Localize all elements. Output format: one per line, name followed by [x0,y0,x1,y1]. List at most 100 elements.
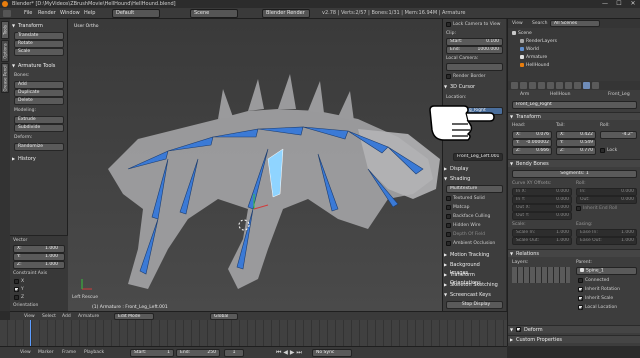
vector-x-field[interactable]: X: 1.000 [13,245,65,253]
connected-checkbox[interactable] [578,278,583,283]
clip-end-field[interactable]: End: 1000.000 [446,46,503,54]
clip-start-field[interactable]: Start: 0.100 [446,38,503,46]
out-y-field[interactable]: Out Y: 0.000 [512,212,572,220]
scale-in-field[interactable]: Scale In: 1.000 [512,229,572,237]
delete-button[interactable]: Delete [14,97,64,105]
scene-dropdown[interactable]: Scene [190,9,238,18]
textured-solid-checkbox[interactable] [446,196,451,201]
randomize-button[interactable]: Randomize [14,143,64,151]
render-border-checkbox[interactable] [446,74,451,79]
current-frame-field[interactable]: 1 [224,349,244,357]
menu-window[interactable]: Window [60,9,80,18]
inherit-scale-checkbox[interactable] [578,296,583,301]
outliner-item-world[interactable]: World [520,46,539,53]
tl-marker-menu[interactable]: Marker [38,350,54,355]
bone-select-field[interactable]: Front_Leg_Left.001 [453,153,503,161]
outliner-item-armature[interactable]: Armature [520,54,547,61]
roll-field[interactable]: -4.2° [600,131,637,139]
rotate-button[interactable]: Rotate [14,40,64,48]
display-panel-header[interactable]: Display [444,165,499,173]
subdivide-button[interactable]: Subdivide [14,124,64,132]
mode-dropdown[interactable]: Edit Mode [114,313,154,320]
bone-name-input[interactable]: Front_Leg_Right [512,101,637,109]
menu-file[interactable]: File [24,9,32,18]
data-tab-icon[interactable] [574,82,581,89]
depth-of-field-checkbox[interactable] [446,232,451,237]
add-bone-button[interactable]: Add [14,81,64,89]
bendy-bones-header[interactable]: Bendy Bones [508,159,640,168]
shading-mode-dropdown[interactable]: Multitexture [446,185,503,193]
history-panel-header[interactable]: History [12,155,67,163]
segments-field[interactable]: Segments: 1 [512,170,637,178]
skeleton-sketching-header[interactable]: Skeleton Sketching [444,281,499,289]
screencast-keys-header[interactable]: Screencast Keys [444,291,499,299]
scale-button[interactable]: Scale [14,48,64,56]
local-camera-field[interactable] [446,63,503,71]
ambient-occlusion-checkbox[interactable] [446,241,451,246]
outliner-view-menu[interactable]: View [512,21,523,26]
playback-controls-icon[interactable]: ⏮ ◀ ▶ ⏭ [276,349,302,357]
constraints-tab-icon[interactable] [556,82,563,89]
scale-out-field[interactable]: Scale Out: 1.000 [512,237,572,245]
vp-armature-menu[interactable]: Armature [78,314,99,319]
outliner-item-renderlayers[interactable]: RenderLayers [520,38,557,45]
motion-tracking-header[interactable]: Motion Tracking [444,251,499,259]
roll-in-field[interactable]: In: 0.000 [576,188,637,196]
outliner-item-hellhound[interactable]: HellHound [520,62,549,69]
transform-orientations-header[interactable]: Transform Orientations [444,271,499,286]
timeline-track[interactable] [0,320,507,346]
sync-dropdown[interactable]: No Sync [312,349,352,357]
head-y-field[interactable]: Y: -0.000002 [512,139,552,147]
deform-header[interactable]: Deform [508,325,640,334]
bone-constraint-tab-icon[interactable] [592,82,599,89]
custom-properties-header[interactable]: Custom Properties [508,335,640,344]
axis-z-checkbox[interactable] [14,295,19,300]
tab-options[interactable]: Options [1,40,9,62]
head-x-field[interactable]: X: 0.076 [512,131,552,139]
tl-view-menu[interactable]: View [20,350,31,355]
relations-header[interactable]: Relations [508,249,640,258]
end-frame-field[interactable]: End: 250 [176,349,220,357]
outliner-item-scene[interactable]: Scene [512,30,532,37]
axis-y-checkbox[interactable] [14,287,19,292]
roll-out-field[interactable]: Out: 0.000 [576,196,637,204]
duplicate-button[interactable]: Duplicate [14,89,64,97]
matcap-checkbox[interactable] [446,205,451,210]
out-x-field[interactable]: Out X: 0.000 [512,204,572,212]
tl-frame-menu[interactable]: Frame [62,350,76,355]
vp-select-menu[interactable]: Select [42,314,56,319]
bone-tab-icon[interactable] [583,82,590,89]
translate-button[interactable]: Translate [14,32,64,40]
tl-playback-menu[interactable]: Playback [84,350,104,355]
lock-checkbox[interactable] [600,148,605,153]
3d-viewport[interactable]: User Ortho Left Rescue (1) Armature: Fr… [68,19,442,311]
armature-tools-header[interactable]: Armature Tools [12,62,67,70]
modifiers-tab-icon[interactable] [565,82,572,89]
scene-tab-icon[interactable] [529,82,536,89]
parent-field[interactable]: Spine_1 [576,267,637,275]
3d-cursor-panel-header[interactable]: 3D Cursor [444,83,499,91]
minimize-button[interactable]: — [598,0,612,8]
deform-checkbox[interactable] [516,327,521,332]
outliner-filter-dropdown[interactable]: All Scenes [550,20,600,27]
outliner-search-menu[interactable]: Search [532,21,547,26]
tail-z-field[interactable]: Z: 0.770 [556,147,596,155]
extrude-button[interactable]: Extrude [14,116,64,124]
inherit-end-roll-checkbox[interactable] [576,206,581,211]
bone-layers-grid[interactable] [512,267,570,283]
tail-y-field[interactable]: Y: 0.549 [556,139,596,147]
render-tab-icon[interactable] [511,82,518,89]
ease-out-field[interactable]: Ease Out: 1.000 [576,237,637,245]
background-images-header[interactable]: Background Images [444,261,499,276]
tab-tools[interactable]: Tools [1,21,9,39]
lock-camera-checkbox[interactable] [446,22,451,27]
vp-add-menu[interactable]: Add [62,314,71,319]
start-frame-field[interactable]: Start: 1 [130,349,174,357]
vp-view-menu[interactable]: View [24,314,35,319]
stop-display-button[interactable]: Stop Display [446,301,503,309]
screen-layout-dropdown[interactable]: Default [112,9,160,18]
current-frame-indicator[interactable] [30,320,31,346]
vector-y-field[interactable]: Y: 1.000 [13,253,65,261]
hidden-wire-checkbox[interactable] [446,223,451,228]
local-location-checkbox[interactable] [578,305,583,310]
